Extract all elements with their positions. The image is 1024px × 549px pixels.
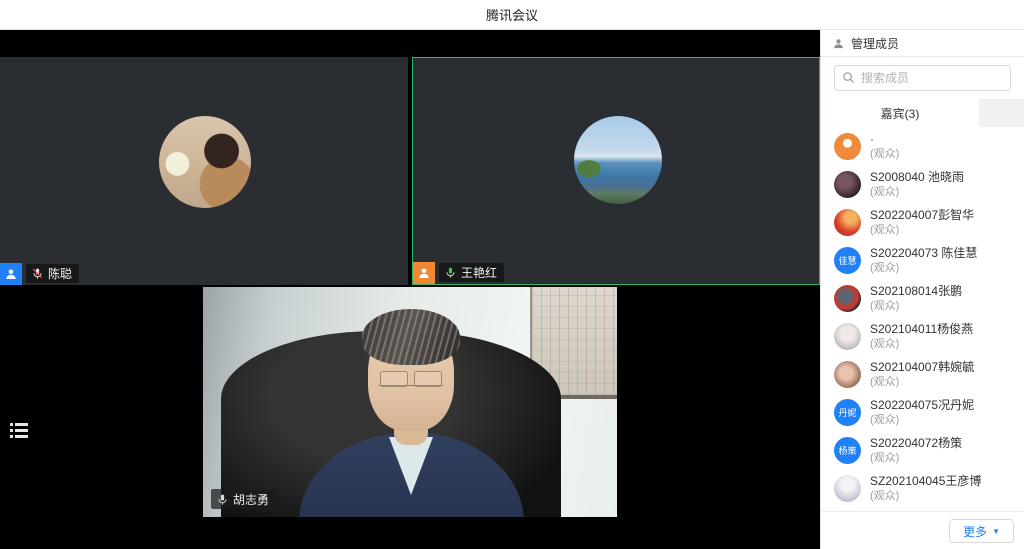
member-text: S202104007韩婉毓 (观众)	[870, 360, 974, 389]
member-role: (观众)	[870, 299, 962, 313]
video-tile-3-camera[interactable]: 胡志勇	[203, 287, 617, 517]
member-row[interactable]: S202108014张鹏 (观众)	[821, 279, 1024, 317]
member-avatar	[834, 171, 861, 198]
member-avatar	[834, 323, 861, 350]
member-avatar	[834, 475, 861, 502]
mic-muted-icon	[31, 267, 44, 280]
member-avatar: 杨策	[834, 437, 861, 464]
participant-name-label: 胡志勇	[211, 489, 277, 509]
participant-avatar-photo	[574, 116, 662, 204]
member-row[interactable]: 丹妮 S202204075况丹妮 (观众)	[821, 393, 1024, 431]
tencent-meeting-window: 腾讯会议 陈聪	[0, 0, 1024, 549]
member-name: S202204072杨策	[870, 436, 962, 451]
member-text: · (观众)	[870, 132, 899, 161]
video-stage: 陈聪 王艳红	[0, 30, 820, 549]
layout-list-icon[interactable]	[8, 420, 30, 440]
window-titlebar[interactable]: 腾讯会议	[0, 0, 1024, 30]
member-name: S202204007彭智华	[870, 208, 974, 223]
member-role: (观众)	[870, 261, 977, 275]
person-icon	[417, 266, 431, 280]
member-name: SZ202104045王彦博	[870, 474, 981, 489]
member-avatar: 佳慧	[834, 247, 861, 274]
mic-icon	[216, 493, 229, 506]
member-name: S202108014张鹏	[870, 284, 962, 299]
member-row[interactable]: SZ202104045王彦博 (观众)	[821, 469, 1024, 507]
member-row[interactable]: S202204007彭智华 (观众)	[821, 203, 1024, 241]
member-panel-header: 管理成员	[821, 30, 1024, 57]
member-name: S202204073 陈佳慧	[870, 246, 977, 261]
participant-name-label: 陈聪	[26, 264, 79, 283]
participant-name: 王艳红	[461, 264, 497, 281]
video-tile-1[interactable]: 陈聪	[0, 57, 408, 285]
member-name: S202104007韩婉毓	[870, 360, 974, 375]
member-name: S202104011杨俊燕	[870, 322, 973, 337]
member-panel-title: 管理成员	[851, 35, 899, 52]
member-role: (观众)	[870, 489, 981, 503]
search-input[interactable]	[834, 65, 1011, 91]
person-glasses	[379, 371, 443, 386]
participant-name-label: 王艳红	[439, 263, 504, 282]
member-avatar	[834, 361, 861, 388]
member-role: (观众)	[870, 147, 899, 161]
person-hair	[362, 309, 460, 365]
member-role: (观众)	[870, 337, 973, 351]
member-row[interactable]: S202104007韩婉毓 (观众)	[821, 355, 1024, 393]
member-search	[834, 65, 1024, 91]
role-badge	[0, 263, 22, 285]
person-icon	[4, 267, 18, 281]
role-badge	[413, 262, 435, 284]
member-row[interactable]: S202104011杨俊燕 (观众)	[821, 317, 1024, 355]
member-role: (观众)	[870, 185, 964, 199]
chevron-down-icon: ▼	[992, 527, 1000, 536]
member-avatar: 丹妮	[834, 399, 861, 426]
member-name: ·	[870, 132, 899, 147]
member-row[interactable]: · (观众)	[821, 127, 1024, 165]
participant-name: 胡志勇	[233, 491, 269, 508]
member-role: (观众)	[870, 375, 974, 389]
member-text: S2008040 池晓雨 (观众)	[870, 170, 964, 199]
more-button-label: 更多	[963, 523, 987, 540]
member-panel-footer: 更多 ▼	[821, 511, 1024, 549]
member-panel: 管理成员 嘉宾(3) · (观众) S2008040 池晓雨 (观众) S202…	[820, 30, 1024, 549]
person-icon	[832, 37, 845, 50]
participant-name: 陈聪	[48, 265, 72, 282]
participant-avatar-photo	[159, 116, 251, 208]
member-text: S202204073 陈佳慧 (观众)	[870, 246, 977, 275]
member-row[interactable]: S2008040 池晓雨 (观众)	[821, 165, 1024, 203]
member-role: (观众)	[870, 413, 974, 427]
member-text: S202204007彭智华 (观众)	[870, 208, 974, 237]
member-name: S2008040 池晓雨	[870, 170, 964, 185]
member-text: SZ202104045王彦博 (观众)	[870, 474, 981, 503]
video-tile-2-active[interactable]: 王艳红	[412, 57, 820, 285]
member-row[interactable]: 杨策 S202204072杨策 (观众)	[821, 431, 1024, 469]
member-text: S202204075况丹妮 (观众)	[870, 398, 974, 427]
member-avatar	[834, 285, 861, 312]
member-name: S202204075况丹妮	[870, 398, 974, 413]
member-text: S202108014张鹏 (观众)	[870, 284, 962, 313]
member-text: S202204072杨策 (观众)	[870, 436, 962, 465]
member-text: S202104011杨俊燕 (观众)	[870, 322, 973, 351]
tab-guests[interactable]: 嘉宾(3)	[821, 99, 979, 127]
member-tabs: 嘉宾(3)	[821, 99, 1024, 127]
search-icon	[841, 70, 856, 85]
member-role: (观众)	[870, 223, 974, 237]
mic-active-icon	[444, 266, 457, 279]
member-row[interactable]: 佳慧 S202204073 陈佳慧 (观众)	[821, 241, 1024, 279]
more-button[interactable]: 更多 ▼	[949, 519, 1014, 543]
member-list: · (观众) S2008040 池晓雨 (观众) S202204007彭智华 (…	[821, 127, 1024, 515]
member-role: (观众)	[870, 451, 962, 465]
member-avatar	[834, 209, 861, 236]
tab-guests-label: 嘉宾(3)	[881, 105, 920, 122]
window-title: 腾讯会议	[486, 5, 538, 24]
member-avatar	[834, 133, 861, 160]
